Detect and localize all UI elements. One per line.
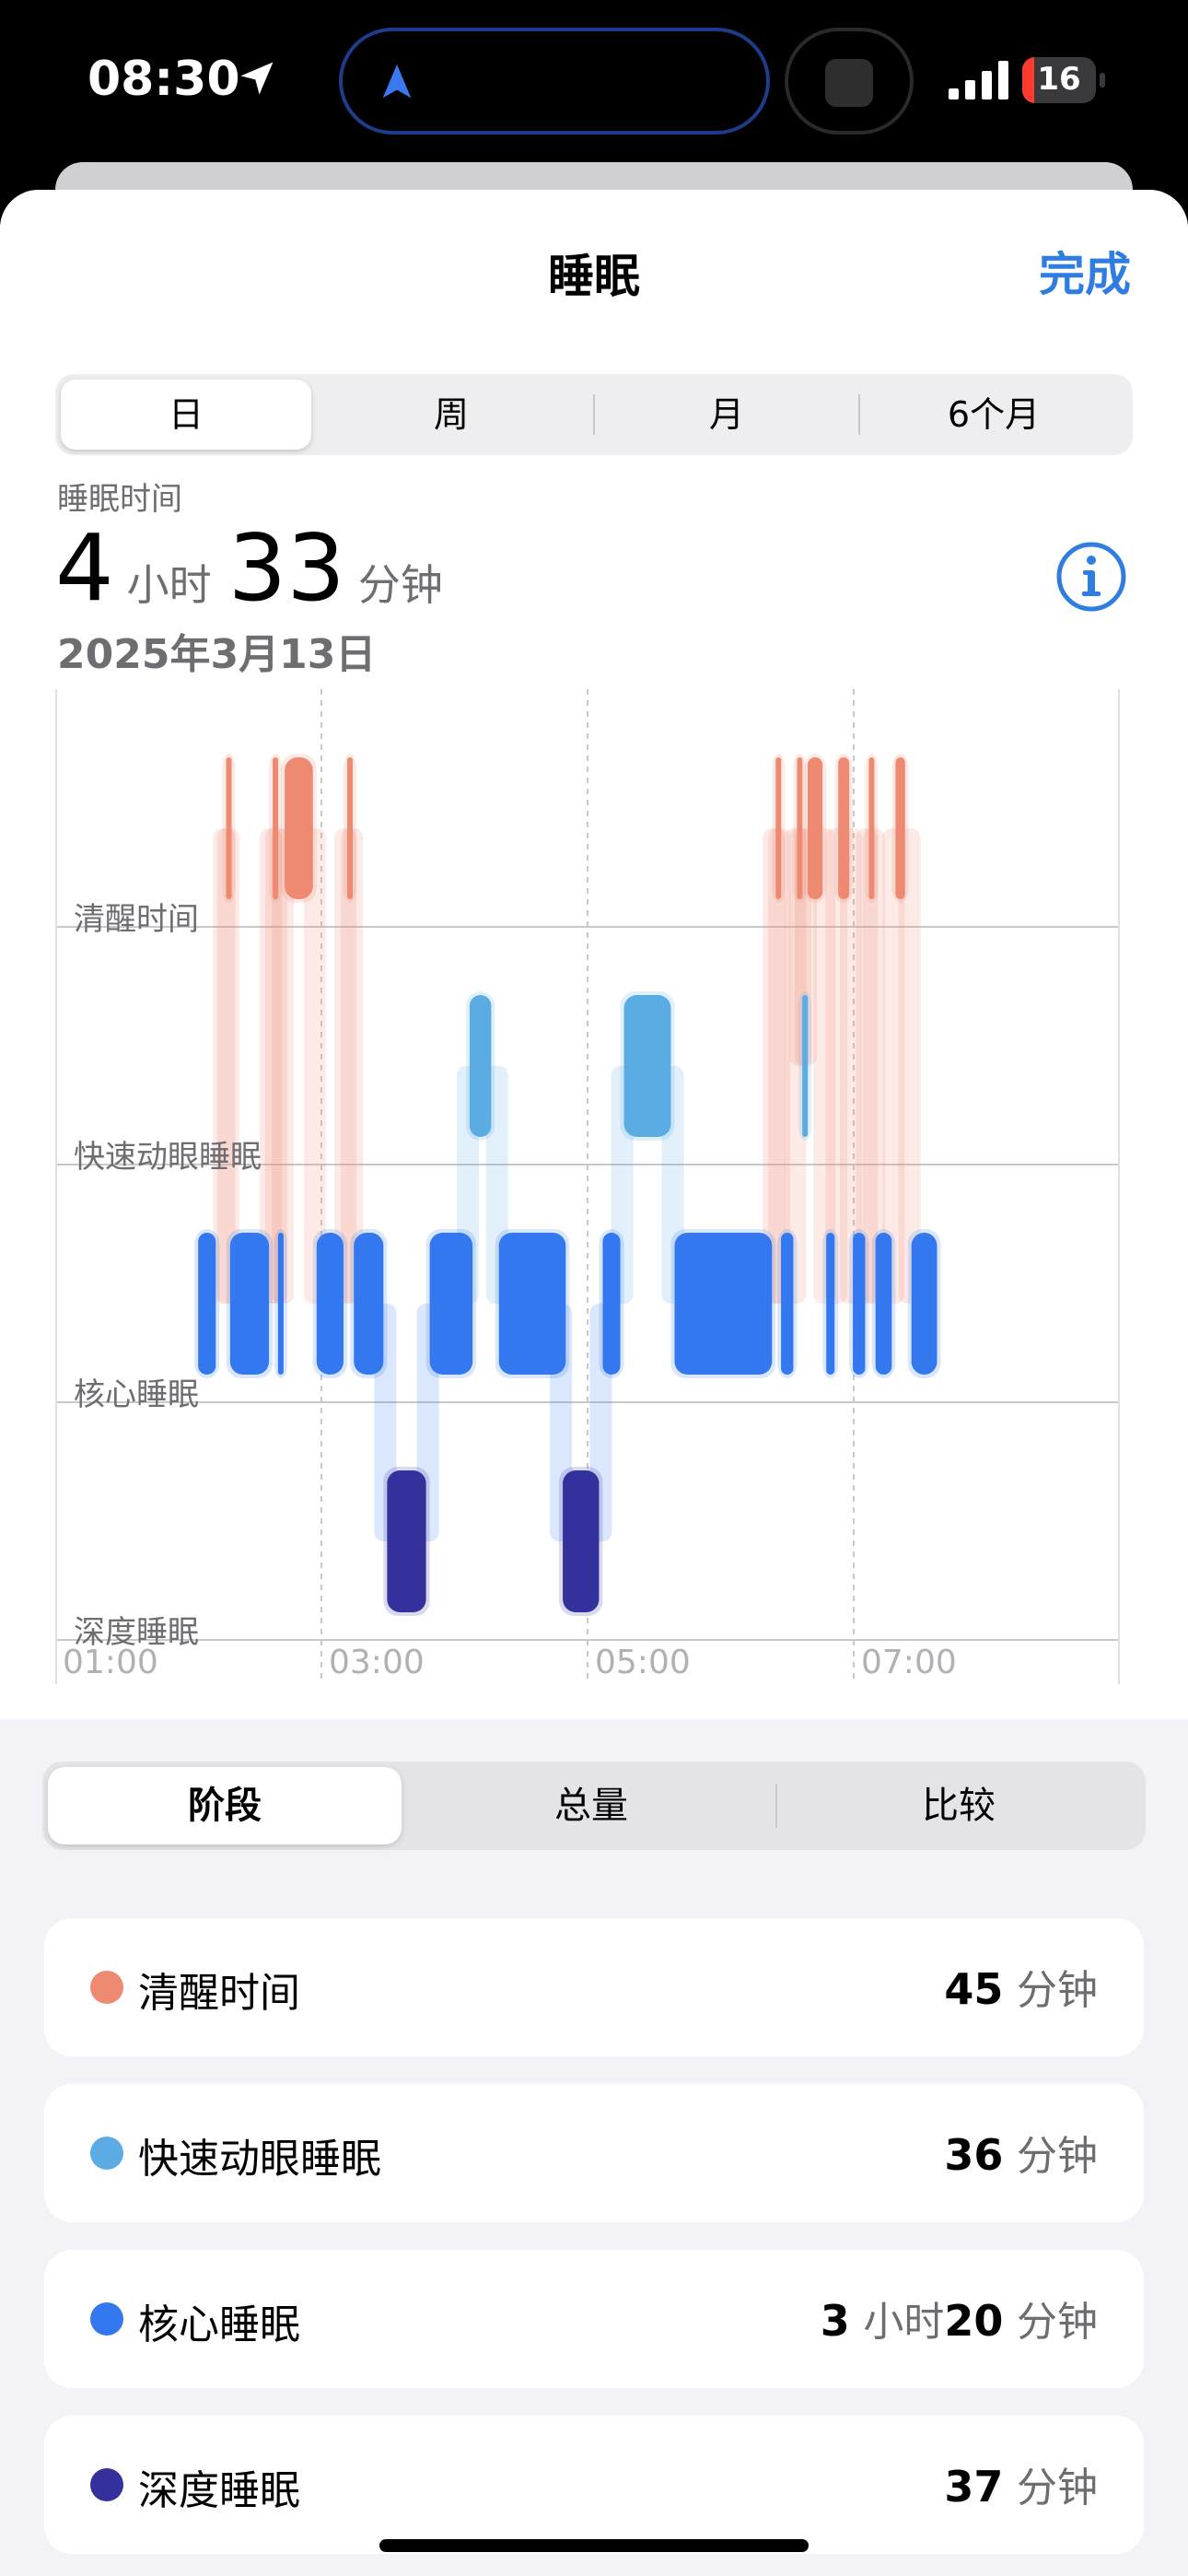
stage-duration: 36 分钟 — [944, 2130, 1098, 2180]
total-minutes: 33 — [227, 514, 345, 622]
location-arrow-icon — [240, 62, 274, 95]
sleep-time-label: 睡眠时间 — [57, 481, 182, 518]
total-hours: 4 — [55, 514, 114, 622]
stage-bar — [429, 1233, 473, 1375]
stage-bar — [498, 1233, 566, 1375]
stage-card-awake[interactable]: 清醒时间 45 分钟 — [44, 1918, 1144, 2056]
tab-compare[interactable]: 比较 — [777, 1767, 1140, 1844]
dynamic-island[interactable] — [339, 28, 770, 135]
stage-label-awake: 清醒时间 — [74, 901, 199, 938]
stage-bar — [775, 757, 782, 899]
stage-bar — [623, 995, 671, 1137]
stage-name: 清醒时间 — [138, 1970, 300, 2017]
stage-label-rem: 快速动眼睡眠 — [74, 1139, 262, 1176]
stage-label-core: 核心睡眠 — [74, 1376, 199, 1413]
stage-bar — [229, 1233, 270, 1375]
tab-week[interactable]: 周 — [326, 380, 577, 450]
stage-bar — [563, 1470, 600, 1612]
home-indicator[interactable] — [379, 2539, 809, 2552]
chart-section: 睡眠 完成 日 周 月 6个月 睡眠时间 4 小时 33 分钟 2025年3月13日 … — [0, 190, 1188, 1719]
stage-bar — [895, 757, 905, 899]
info-icon[interactable] — [1054, 540, 1128, 614]
stage-bar — [674, 1233, 773, 1375]
stage-bar — [354, 1233, 384, 1375]
stage-bar — [797, 757, 803, 899]
core-color-dot — [90, 2302, 123, 2336]
rem-color-dot — [90, 2137, 123, 2170]
stage-bar — [226, 757, 232, 899]
hours-unit: 小时 — [126, 560, 212, 610]
battery-level: 16 — [1037, 61, 1081, 98]
awake-color-dot — [90, 1971, 123, 2004]
sleep-sheet: 睡眠 完成 日 周 月 6个月 睡眠时间 4 小时 33 分钟 2025年3月13日 … — [0, 190, 1188, 2576]
x-tick-label: 05:00 — [595, 1644, 691, 1681]
sleep-date: 2025年3月13日 — [57, 631, 377, 678]
stage-bar — [911, 1233, 938, 1375]
stage-bar — [469, 995, 492, 1137]
stage-card-rem[interactable]: 快速动眼睡眠 36 分钟 — [44, 2084, 1144, 2222]
tab-6-months[interactable]: 6个月 — [860, 380, 1127, 450]
stage-duration: 37 分钟 — [944, 2462, 1098, 2512]
stage-bar — [316, 1233, 344, 1375]
navigation-arrow-icon — [382, 64, 412, 99]
tab-month[interactable]: 月 — [595, 380, 858, 450]
minutes-unit: 分钟 — [357, 560, 443, 610]
stage-card-deep[interactable]: 深度睡眠 37 分钟 — [44, 2416, 1144, 2554]
tab-stages[interactable]: 阶段 — [48, 1767, 402, 1844]
status-bar: 08:30 16 — [0, 0, 1188, 166]
stage-bar — [781, 1233, 794, 1375]
status-time: 08:30 — [87, 52, 240, 107]
stage-bar — [198, 1233, 216, 1375]
view-segmented-control: 阶段 总量 比较 — [42, 1762, 1146, 1850]
tab-day[interactable]: 日 — [61, 380, 311, 450]
stage-duration: 45 分钟 — [944, 1964, 1098, 2014]
stage-bar — [277, 1233, 284, 1375]
x-tick-label: 07:00 — [861, 1644, 957, 1681]
page-title: 睡眠 — [548, 250, 640, 303]
stage-bar — [273, 757, 279, 899]
x-tick-label: 03:00 — [329, 1644, 425, 1681]
stage-card-core[interactable]: 核心睡眠 3 小时20 分钟 — [44, 2250, 1144, 2388]
sleep-stage-chart[interactable]: 清醒时间 快速动眼睡眠 核心睡眠 深度睡眠 01:00 03:00 05:00 … — [55, 689, 1120, 1684]
sleep-total: 4 小时 33 分钟 — [55, 514, 460, 622]
stage-bar — [387, 1470, 426, 1612]
tab-totals[interactable]: 总量 — [409, 1767, 774, 1844]
stage-name: 快速动眼睡眠 — [138, 2136, 381, 2183]
stage-bar — [853, 1233, 866, 1375]
stage-name: 深度睡眠 — [138, 2467, 300, 2514]
stage-bar — [602, 1233, 621, 1375]
done-button[interactable]: 完成 — [1039, 238, 1131, 304]
stage-duration: 3 小时20 分钟 — [820, 2296, 1098, 2346]
range-segmented-control: 日 周 月 6个月 — [55, 374, 1133, 455]
stage-name: 核心睡眠 — [138, 2301, 300, 2348]
stage-bar — [838, 757, 850, 899]
stage-bar — [347, 757, 354, 899]
stage-bar — [826, 1233, 835, 1375]
stage-bar — [875, 1233, 892, 1375]
x-tick-label: 01:00 — [63, 1644, 158, 1681]
cellular-signal-icon — [949, 61, 1008, 100]
stage-bar — [285, 757, 313, 899]
stage-bar — [802, 995, 809, 1137]
deep-color-dot — [90, 2468, 123, 2501]
battery-icon: 16 — [1022, 57, 1105, 103]
stage-bar — [807, 757, 823, 899]
live-activity-icon[interactable] — [785, 28, 914, 135]
stage-bar — [868, 757, 875, 899]
